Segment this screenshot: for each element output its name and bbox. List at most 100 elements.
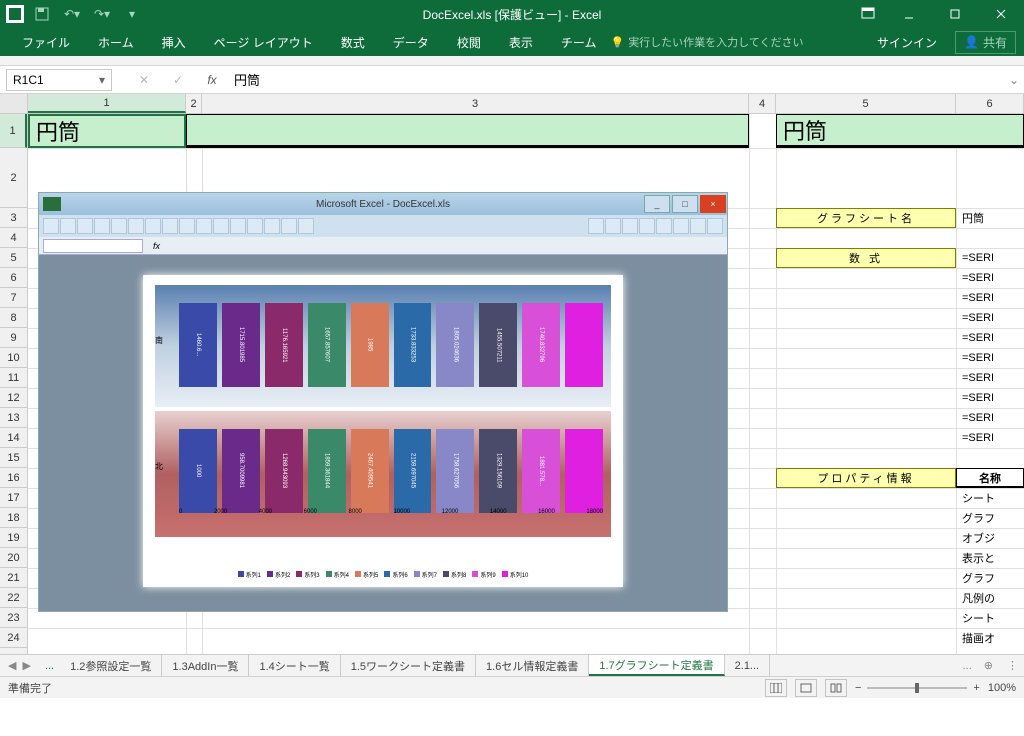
row-header-23[interactable]: 23 [0,608,27,628]
value-series-7[interactable]: =SERI [958,308,1024,328]
share-button[interactable]: 👤 共有 [955,31,1016,54]
prop-7[interactable]: 描画オ [958,628,1024,648]
minimize-button[interactable] [886,0,932,28]
view-pagelayout-button[interactable] [795,679,817,697]
undo-button[interactable]: ↶▾ [60,2,84,26]
cancel-formula-button[interactable]: ✕ [132,73,156,87]
row-header-3[interactable]: 3 [0,208,27,228]
sheet-tab[interactable]: 2.1... [725,655,770,676]
close-button[interactable] [978,0,1024,28]
tab-view[interactable]: 表示 [495,28,547,56]
tab-formulas[interactable]: 数式 [327,28,379,56]
cell-B1-merged[interactable] [186,114,749,148]
ribbon-options-button[interactable] [850,0,886,28]
row-header-5[interactable]: 5 [0,248,27,268]
row-header-19[interactable]: 19 [0,528,27,548]
formula-input[interactable]: 円筒 [224,70,1004,89]
value-series-8[interactable]: =SERI [958,328,1024,348]
sheet-nav-more[interactable]: ... [39,660,60,672]
sheet-tab[interactable]: 1.7グラフシート定義書 [589,655,724,676]
row-header-21[interactable]: 21 [0,568,27,588]
row-header-6[interactable]: 6 [0,268,27,288]
value-series-11[interactable]: =SERI [958,388,1024,408]
value-graph-sheet[interactable]: 円筒 [958,208,1024,228]
row-header-22[interactable]: 22 [0,588,27,608]
sheet-tab[interactable]: 1.4シート一覧 [249,655,340,676]
row-header-13[interactable]: 13 [0,408,27,428]
cells-area[interactable]: 円筒 円筒 グラフシート名 円筒 数 式 =SERI =SERI =SERI =… [28,114,1024,654]
zoom-thumb[interactable] [915,683,919,693]
prop-4[interactable]: グラフ [958,568,1024,588]
select-all-corner[interactable] [0,94,28,113]
enter-formula-button[interactable]: ✓ [166,73,190,87]
row-header-7[interactable]: 7 [0,288,27,308]
sheet-tab[interactable]: 1.3AddIn一覧 [162,655,249,676]
cell-E1[interactable]: 円筒 [776,114,1024,148]
row-header-15[interactable]: 15 [0,448,27,468]
value-series-13[interactable]: =SERI [958,428,1024,448]
zoom-slider[interactable]: − + [855,682,980,694]
col-header-3[interactable]: 3 [202,94,749,113]
row-header-24[interactable]: 24 [0,628,27,648]
redo-button[interactable]: ↷▾ [90,2,114,26]
new-sheet-button[interactable]: ⊕ [976,659,1001,672]
row-header-8[interactable]: 8 [0,308,27,328]
spreadsheet-grid[interactable]: 1 2 3 4 5 6 1 2 3 4 5 6 7 8 9 10 11 12 1… [0,94,1024,654]
tab-data[interactable]: データ [379,28,443,56]
sheet-tab[interactable]: 1.5ワークシート定義書 [341,655,476,676]
prop-3[interactable]: 表示と [958,548,1024,568]
row-header-4[interactable]: 4 [0,228,27,248]
name-box[interactable]: R1C1 ▾ [6,69,112,91]
view-pagebreak-button[interactable] [825,679,847,697]
row-header-14[interactable]: 14 [0,428,27,448]
name-box-dropdown-icon[interactable]: ▾ [99,73,105,87]
cell-A1[interactable]: 円筒 [28,114,186,148]
zoom-out-button[interactable]: − [855,682,861,694]
sheet-tabs-options[interactable]: ⋮ [1001,659,1024,672]
prop-1[interactable]: グラフ [958,508,1024,528]
value-series-4[interactable]: =SERI [958,248,1024,268]
sheet-nav-next[interactable]: ▶ [22,659,30,672]
tab-team[interactable]: チーム [547,28,611,56]
tab-insert[interactable]: 挿入 [148,28,200,56]
value-series-9[interactable]: =SERI [958,348,1024,368]
prop-5[interactable]: 凡例の [958,588,1024,608]
insert-function-button[interactable]: fx [200,73,224,87]
col-header-4[interactable]: 4 [749,94,776,113]
col-header-2[interactable]: 2 [186,94,202,113]
col-header-1[interactable]: 1 [28,94,186,113]
value-series-5[interactable]: =SERI [958,268,1024,288]
row-header-10[interactable]: 10 [0,348,27,368]
row-header-18[interactable]: 18 [0,508,27,528]
signin-link[interactable]: サインイン [867,34,947,51]
tab-home[interactable]: ホーム [84,28,148,56]
row-header-20[interactable]: 20 [0,548,27,568]
row-header-17[interactable]: 17 [0,488,27,508]
save-button[interactable] [30,2,54,26]
col-header-6[interactable]: 6 [956,94,1024,113]
row-header-1[interactable]: 1 [0,114,27,148]
value-series-6[interactable]: =SERI [958,288,1024,308]
qat-customize[interactable]: ▾ [120,2,144,26]
tab-pagelayout[interactable]: ページ レイアウト [200,28,327,56]
row-header-2[interactable]: 2 [0,148,27,208]
row-header-9[interactable]: 9 [0,328,27,348]
maximize-button[interactable] [932,0,978,28]
prop-0[interactable]: シート [958,488,1024,508]
tab-review[interactable]: 校閲 [443,28,495,56]
sheet-tab[interactable]: 1.2参照設定一覧 [60,655,162,676]
tab-file[interactable]: ファイル [8,28,84,56]
zoom-level[interactable]: 100% [988,682,1016,694]
prop-2[interactable]: オブジ [958,528,1024,548]
zoom-in-button[interactable]: + [973,682,979,694]
expand-formula-bar[interactable]: ⌄ [1004,73,1024,87]
sheet-nav-more-right[interactable]: ... [959,660,976,672]
value-series-10[interactable]: =SERI [958,368,1024,388]
view-normal-button[interactable] [765,679,787,697]
prop-6[interactable]: シート [958,608,1024,628]
zoom-track[interactable] [867,687,967,689]
row-header-11[interactable]: 11 [0,368,27,388]
value-series-12[interactable]: =SERI [958,408,1024,428]
sheet-nav-prev[interactable]: ◀ [8,659,16,672]
col-header-5[interactable]: 5 [776,94,956,113]
